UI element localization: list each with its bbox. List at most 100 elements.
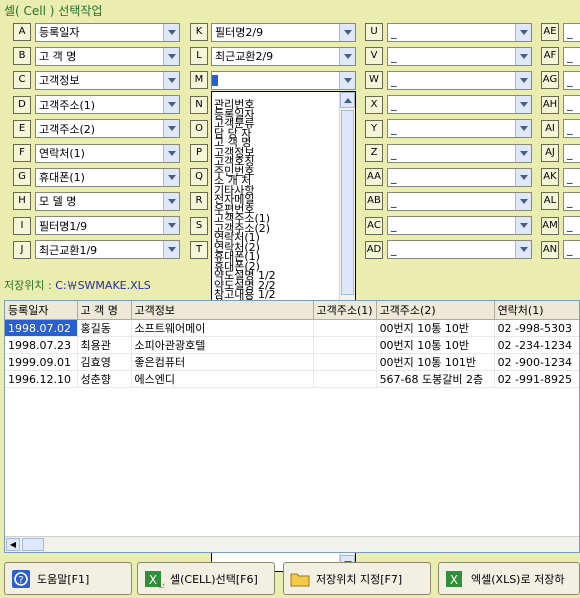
column-select-v[interactable]: _ (387, 46, 532, 66)
column-select-z[interactable]: _ (387, 143, 532, 163)
chevron-down-icon[interactable] (515, 144, 531, 162)
column-header[interactable]: 고객정보 (131, 301, 314, 320)
column-select-al[interactable]: _ (563, 191, 580, 211)
chevron-down-icon[interactable] (163, 144, 179, 162)
column-select-j[interactable]: 최근교환1/9 (35, 240, 180, 260)
column-select-c[interactable]: 고객정보 (35, 70, 180, 90)
chevron-down-icon[interactable] (163, 120, 179, 138)
column-key-ae: AE (541, 23, 559, 41)
chevron-down-icon[interactable] (339, 23, 355, 41)
svg-text:X: X (450, 573, 458, 587)
column-key-o: O (190, 119, 208, 138)
column-select-b[interactable]: 고 객 명 (35, 46, 180, 66)
column-select-ai[interactable]: _ (563, 119, 580, 139)
column-select-f[interactable]: 연락처(1) (35, 143, 180, 163)
save-location-label: 저장위치 지정[F7] (316, 572, 403, 586)
column-select-l[interactable]: 최근교환2/9 (211, 46, 356, 66)
column-select-x[interactable]: _ (387, 95, 532, 115)
table-cell: 02 -900-1234 (494, 353, 579, 371)
chevron-down-icon[interactable] (515, 217, 531, 235)
column-select-ag[interactable]: _ (563, 70, 580, 90)
column-select-ak[interactable]: _ (563, 167, 580, 187)
column-select-k[interactable]: 필터명2/9 (211, 22, 356, 42)
chevron-down-icon[interactable] (163, 96, 179, 114)
excel-save-button[interactable]: X 엑셀(XLS)로 저장하 (438, 562, 580, 595)
table-cell (313, 336, 377, 354)
column-select-y[interactable]: _ (387, 119, 532, 139)
column-select-ab[interactable]: _ (387, 191, 532, 211)
column-select-m[interactable] (211, 70, 356, 90)
column-select-ad[interactable]: _ (387, 240, 532, 260)
svg-text:?: ? (18, 575, 23, 586)
column-select-value: _ (391, 98, 397, 112)
column-header[interactable]: 고 객 명 (77, 301, 132, 320)
chevron-down-icon[interactable] (163, 192, 179, 210)
column-select-e[interactable]: 고객주소(2) (35, 119, 180, 139)
help-button-label: 도움말[F1] (37, 572, 90, 586)
help-button[interactable]: ? 도움말[F1] (4, 562, 132, 595)
chevron-down-icon[interactable] (339, 47, 355, 65)
scroll-up-arrow-icon[interactable] (340, 92, 355, 108)
column-select-i[interactable]: 필터명1/9 (35, 216, 180, 236)
column-select-ac[interactable]: _ (387, 216, 532, 236)
chevron-down-icon[interactable] (515, 168, 531, 186)
chevron-down-icon[interactable] (339, 71, 355, 89)
column-select-aj[interactable]: _ (563, 143, 580, 163)
save-location-button[interactable]: 저장위치 지정[F7] (283, 562, 431, 595)
column-key-g: G (13, 168, 31, 187)
chevron-down-icon[interactable] (163, 217, 179, 235)
text-cursor (212, 74, 218, 86)
chevron-down-icon[interactable] (515, 241, 531, 259)
chevron-down-icon[interactable] (163, 71, 179, 89)
column-key-an: AN (541, 240, 559, 259)
column-select-h[interactable]: 모 델 명 (35, 191, 180, 211)
column-header[interactable]: 연락처(1) (494, 301, 579, 320)
column-select-w[interactable]: _ (387, 70, 532, 90)
column-select-u[interactable]: _ (387, 22, 532, 42)
table-cell: 1998.07.23 (5, 336, 78, 354)
scroll-left-arrow-icon[interactable]: ◀ (6, 538, 20, 551)
column-select-ae[interactable]: _ (563, 22, 580, 42)
column-select-aa[interactable]: _ (387, 167, 532, 187)
chevron-down-icon[interactable] (515, 71, 531, 89)
table-row[interactable]: 1999.09.01 김효영 좋은컴퓨터 00번지 10통 101반 02 -900-1… (5, 353, 579, 371)
column-select-a[interactable]: 등록일자 (35, 22, 180, 42)
chevron-down-icon[interactable] (515, 120, 531, 138)
table-cell: 1996.12.10 (5, 370, 78, 388)
column-select-g[interactable]: 휴대폰(1) (35, 167, 180, 187)
chevron-down-icon[interactable] (163, 168, 179, 186)
column-key-f: F (13, 144, 31, 162)
table-row[interactable]: 1998.07.23 최용관 소피아관광호텔 00번지 10통 10반 02 -234-… (5, 336, 579, 354)
column-key-p: P (190, 144, 208, 162)
column-key-r: R (190, 192, 208, 211)
chevron-down-icon[interactable] (515, 192, 531, 210)
column-select-d[interactable]: 고객주소(1) (35, 95, 180, 115)
column-header[interactable]: 등록일자 (5, 301, 78, 320)
table-cell: 성춘향 (77, 370, 132, 388)
column-header[interactable]: 고객주소(1) (313, 301, 377, 320)
table-cell: 1999.09.01 (5, 353, 78, 371)
chevron-down-icon[interactable] (163, 47, 179, 65)
chevron-down-icon[interactable] (163, 241, 179, 259)
cell-select-button[interactable]: XLS 셀(CELL)선택[F6] (137, 562, 275, 595)
chevron-down-icon[interactable] (163, 23, 179, 41)
table-row[interactable]: 1996.12.10 성춘향 에스엔디 567-68 도봉갈비 2층 02 -991-8… (5, 370, 579, 388)
table-cell: 최용관 (77, 336, 132, 354)
horizontal-scrollbar[interactable]: ◀ (5, 536, 579, 552)
chevron-down-icon[interactable] (515, 47, 531, 65)
table-row[interactable]: 1998.07.02 홍길동 소프트웨어메이 00번지 10통 10반 02 -998-… (5, 319, 579, 337)
data-grid[interactable]: 등록일자고 객 명고객정보고객주소(1)고객주소(2)연락처(1)휴대 1998… (4, 300, 580, 553)
column-header[interactable]: 고객주소(2) (376, 301, 495, 320)
scroll-thumb[interactable] (341, 110, 354, 295)
column-key-b: B (13, 47, 31, 66)
chevron-down-icon[interactable] (515, 96, 531, 114)
column-select-ah[interactable]: _ (563, 95, 580, 115)
chevron-down-icon[interactable] (515, 23, 531, 41)
column-select-value: _ (391, 243, 397, 257)
horizontal-scroll-thumb[interactable] (22, 538, 44, 551)
save-path: 저장위치 : C:￦SWMAKE.XLS (4, 277, 151, 293)
column-select-an[interactable]: _ (563, 240, 580, 260)
column-select-am[interactable]: _ (563, 216, 580, 236)
column-select-af[interactable]: _ (563, 46, 580, 66)
table-cell: 김효영 (77, 353, 132, 371)
